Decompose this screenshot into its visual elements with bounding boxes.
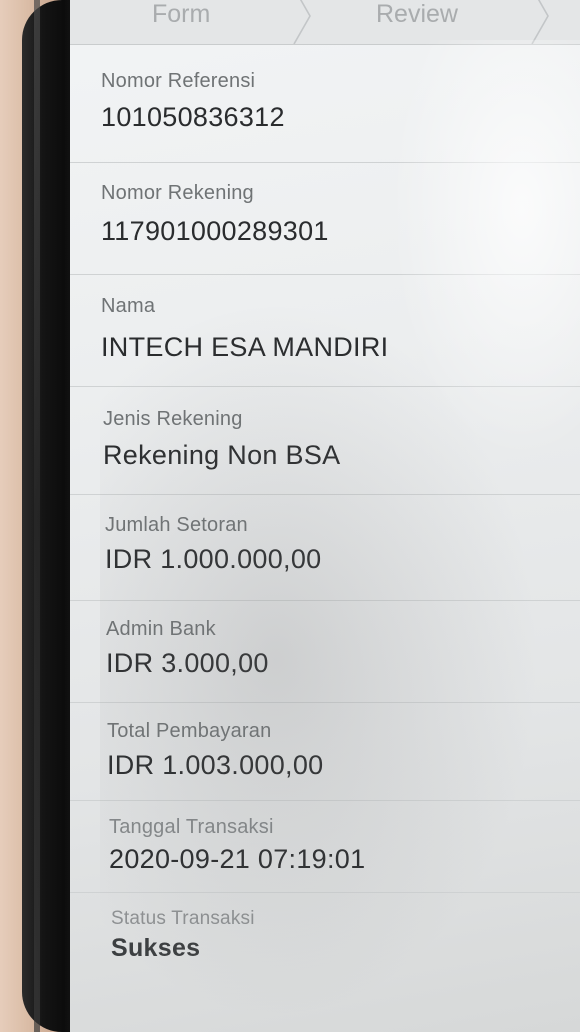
detail-label: Admin Bank <box>106 618 216 640</box>
detail-label: Nomor Referensi <box>101 70 256 92</box>
detail-label: Total Pembayaran <box>107 720 272 742</box>
detail-row-admin-fee: Admin Bank IDR 3.000,00 <box>70 600 580 703</box>
detail-row-transaction-status: Status Transaksi Sukses <box>70 892 580 1032</box>
chevron-right-icon <box>292 0 314 44</box>
chevron-right-icon <box>530 0 552 44</box>
detail-row-name: Nama INTECH ESA MANDIRI <box>70 274 580 387</box>
detail-value: 2020-09-21 07:19:01 <box>109 844 366 874</box>
stepper: Form Review <box>70 0 580 45</box>
detail-value: INTECH ESA MANDIRI <box>101 332 389 362</box>
step-form[interactable]: Form <box>152 0 210 29</box>
detail-value: Rekening Non BSA <box>103 440 341 470</box>
status-value: Sukses <box>111 934 201 962</box>
detail-row-reference-number: Nomor Referensi 101050836312 <box>70 44 580 163</box>
detail-value: IDR 1.003.000,00 <box>107 750 324 780</box>
phone-bezel-edge <box>34 0 40 1032</box>
detail-label: Status Transaksi <box>111 908 255 929</box>
step-review[interactable]: Review <box>376 0 458 29</box>
detail-value: 117901000289301 <box>101 216 329 246</box>
detail-row-transaction-date: Tanggal Transaksi 2020-09-21 07:19:01 <box>70 800 580 893</box>
detail-row-account-type: Jenis Rekening Rekening Non BSA <box>70 386 580 495</box>
detail-row-total-payment: Total Pembayaran IDR 1.003.000,00 <box>70 702 580 801</box>
detail-value: IDR 3.000,00 <box>106 648 269 678</box>
detail-value: IDR 1.000.000,00 <box>105 544 322 574</box>
detail-label: Nomor Rekening <box>101 182 254 204</box>
detail-label: Nama <box>101 295 156 317</box>
detail-row-account-number: Nomor Rekening 117901000289301 <box>70 162 580 275</box>
phone-screen: Form Review Nomor Referensi 101050836312… <box>70 0 580 1032</box>
detail-label: Jenis Rekening <box>103 408 243 430</box>
detail-label: Jumlah Setoran <box>105 514 248 536</box>
detail-value: 101050836312 <box>101 102 285 132</box>
detail-row-deposit-amount: Jumlah Setoran IDR 1.000.000,00 <box>70 494 580 601</box>
detail-label: Tanggal Transaksi <box>109 816 274 838</box>
